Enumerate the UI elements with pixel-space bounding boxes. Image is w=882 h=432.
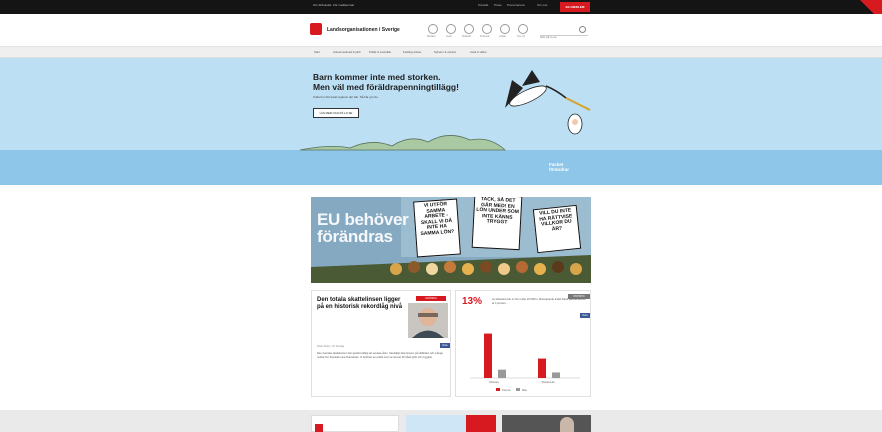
person-icon[interactable] [428, 24, 438, 34]
nav-item[interactable]: Politik & samhälle [369, 50, 391, 54]
building-icon[interactable] [482, 24, 492, 34]
search-icon[interactable] [579, 26, 586, 33]
header-icon-label: Om LO [517, 35, 526, 38]
chart-bar [498, 369, 506, 378]
protest-sign: TACK, SÅ DET GÅR MED! EN LÖN UNDER SOM I… [471, 197, 523, 251]
search-input[interactable] [540, 35, 576, 39]
bottom-card-icon [315, 424, 323, 432]
bottom-card-photo [560, 417, 574, 432]
hero-line-2: Men väl med föräldrapenningtillägg! [313, 82, 459, 92]
nav-item[interactable]: Nyheter & opinion [434, 50, 456, 54]
chart-legend-label: Män [522, 388, 528, 392]
hero-line-1: Barn kommer inte med storken. [313, 72, 441, 82]
hero-brand: Facket förändrar [549, 162, 589, 172]
hero-headline: Barn kommer inte med storken. Men väl med… [313, 72, 493, 92]
author-avatar [408, 303, 448, 338]
main-nav: Start Arbetsmarknad & jobb Politik & sam… [0, 47, 882, 58]
pin-icon[interactable] [500, 24, 510, 34]
join-button[interactable]: BLI MEDLEM [560, 2, 590, 12]
brand-line-2: förändrar [549, 167, 570, 172]
chart-legend-label: Kvinnor [502, 388, 511, 392]
stat-chart: Arbetare Tjänstemän Kvinnor Män [470, 333, 580, 392]
eu-banner[interactable]: EU behöver förändras VI UTFÖR SAMMA ARBET… [311, 197, 591, 283]
nav-item[interactable]: Avtal & villkor [470, 50, 487, 54]
chart-icon[interactable] [464, 24, 474, 34]
search-box [540, 25, 588, 39]
eu-title-line-2: förändras [317, 227, 393, 246]
article-body: Den svenska skattekvoten har sjunkit kra… [317, 352, 443, 359]
header-icon-label: Medlem [427, 35, 436, 38]
header-icon-label: Statistik [462, 35, 471, 38]
protest-sign: VI UTFÖR SAMMA ARBETE - SKALL VI DÅ INTE… [413, 198, 461, 258]
chart-bar [538, 358, 546, 378]
stork-icon [505, 70, 591, 135]
nav-item[interactable]: Arbetsmarknad & jobb [333, 50, 361, 54]
protest-sign: VILL DU INTE HA RÄTTVISE VILLKOR DU ÄR? [532, 204, 582, 254]
hills-icon [299, 135, 507, 151]
site-header: Landsorganisationen i Sverige Medlem Avt… [0, 14, 882, 47]
topbar-link[interactable]: Kontakt [478, 3, 488, 7]
article-card[interactable]: Den totala skattelinsen ligger på en his… [311, 290, 451, 397]
bottom-card[interactable] [502, 415, 591, 432]
topbar-link[interactable]: Om förbundet [313, 3, 331, 7]
share-button[interactable]: Dela [440, 343, 450, 348]
topbar-link[interactable]: Om oss [537, 3, 547, 7]
read-more-button[interactable]: LÄS MER OCH PÅ LO.SE [313, 108, 359, 118]
header-icon-label: Förbund [480, 35, 490, 38]
hero-banner[interactable]: Barn kommer inte med storken. Men väl med… [0, 58, 882, 185]
chart-legend-swatch [516, 388, 520, 391]
eu-banner-title: EU behöver förändras [317, 211, 409, 246]
top-bar: Om förbundet För medlemmar Kontakt Press… [0, 0, 882, 14]
article-byline: Peter Ström, LO Sverige [317, 345, 345, 348]
document-icon[interactable] [446, 24, 456, 34]
brand-name[interactable]: Landsorganisationen i Sverige [327, 27, 400, 33]
topbar-link[interactable]: Prenumerera [507, 3, 525, 7]
article-title[interactable]: Den totala skattelinsen ligger på en his… [317, 297, 407, 311]
topbar-link[interactable]: Press [494, 3, 502, 7]
header-icon-label: Avtal [446, 35, 452, 38]
chart-legend-swatch [496, 388, 500, 391]
chart-bar [552, 372, 560, 378]
bottom-card[interactable] [311, 415, 399, 432]
hero-subtext: Kolla hur ditt avtal reglerar det här. S… [313, 95, 378, 99]
article-tag: KRÖNIKA [416, 296, 446, 301]
lo-logo-icon[interactable] [310, 23, 322, 35]
info-icon[interactable] [518, 24, 528, 34]
chart-tick-label: Arbetare [489, 380, 500, 384]
nav-item[interactable]: Start [314, 50, 320, 54]
chart-bar [484, 333, 492, 378]
bottom-card-image [406, 415, 466, 432]
header-icon-label: Lokalt [499, 35, 506, 38]
chart-tick-label: Tjänstemän [541, 380, 555, 384]
stat-card[interactable]: 13% av arbetarna har en lön under 20 000… [455, 290, 591, 397]
bottom-card[interactable] [406, 415, 496, 432]
nav-item[interactable]: Fackligt arbete [403, 50, 421, 54]
topbar-link[interactable]: För medlemmar [333, 3, 354, 7]
